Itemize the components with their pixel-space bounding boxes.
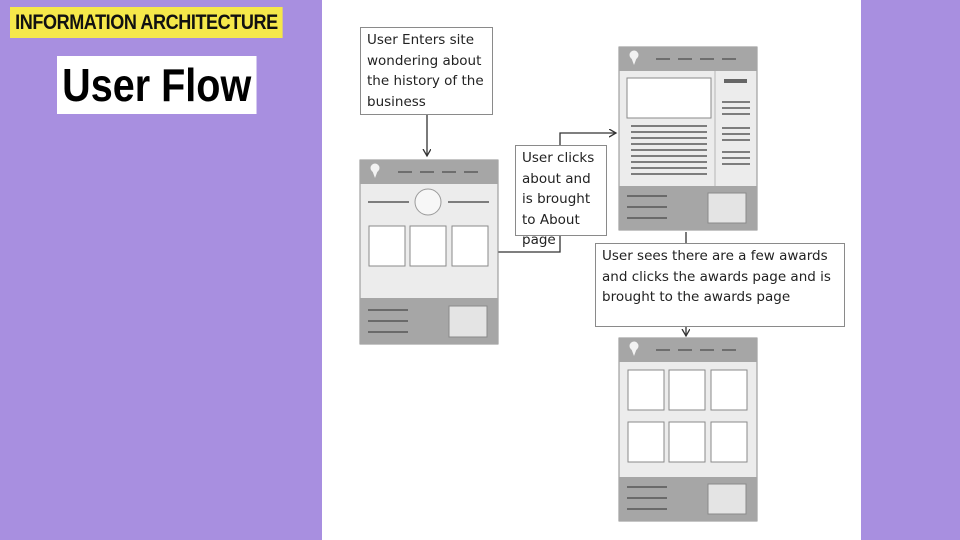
about-page-wireframe — [618, 46, 758, 231]
section-tag: INFORMATION ARCHITECTURE — [10, 7, 283, 38]
step-1-note: User Enters site wondering about the his… — [360, 27, 493, 115]
awards-page-wireframe — [618, 337, 758, 522]
home-page-wireframe — [359, 159, 499, 345]
diagram-canvas: User Enters site wondering about the his… — [322, 0, 861, 540]
page-title: User Flow — [57, 56, 257, 114]
step-2-note: User clicks about and is brought to Abou… — [515, 145, 607, 248]
step-3-note: User sees there are a few awards and cli… — [595, 243, 845, 327]
